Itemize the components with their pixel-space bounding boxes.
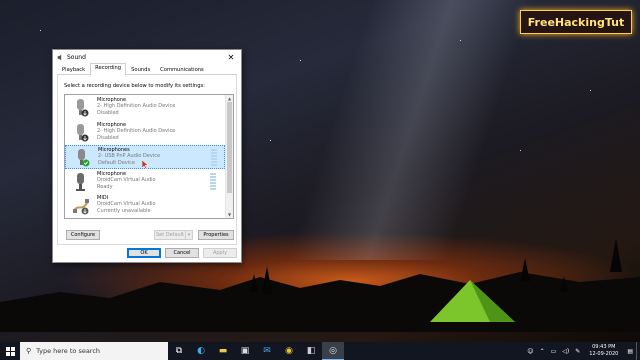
clock[interactable]: 09:43 PM 12-09-2020 [589, 344, 618, 358]
chrome-icon[interactable]: ◉ [278, 342, 300, 360]
list-scrollbar[interactable]: ▲ ▼ [225, 95, 233, 218]
tab-communications[interactable]: Communications [155, 65, 209, 74]
edge-icon[interactable]: ◐ [190, 342, 212, 360]
mouse-cursor-icon [142, 160, 149, 169]
level-meter [210, 173, 216, 191]
properties-button[interactable]: Properties [198, 230, 234, 240]
taskbar-search-box[interactable]: ⚲ Type here to search [20, 342, 168, 360]
dialog-title: Sound [67, 53, 86, 61]
device-status: Currently unavailable [97, 207, 151, 214]
file-explorer-icon[interactable]: ▬ [212, 342, 234, 360]
store-icon[interactable]: ▣ [234, 342, 256, 360]
mail-icon[interactable]: ✉ [256, 342, 278, 360]
show-desktop-button[interactable] [636, 342, 640, 360]
list-item[interactable]: Microphone DroidCam Virtual Audio Ready [65, 170, 225, 194]
star [300, 60, 301, 61]
star [460, 40, 461, 41]
list-item-selected[interactable]: Microphones 2- USB PnP Audio Device Defa… [65, 145, 225, 169]
tab-sounds[interactable]: Sounds [126, 65, 155, 74]
app-icon[interactable]: ◧ [300, 342, 322, 360]
device-status: Disabled [97, 109, 119, 116]
recording-panel: Select a recording device below to modif… [57, 75, 237, 245]
clock-date: 12-09-2020 [589, 351, 619, 357]
taskbar: ⚲ Type here to search ⧉ ◐ ▬ ▣ ✉ ◉ ◧ ◎ ☺ … [0, 342, 640, 360]
star [270, 140, 271, 141]
search-placeholder: Type here to search [36, 347, 101, 355]
close-icon[interactable]: ✕ [225, 53, 237, 62]
windows-logo-icon [5, 346, 15, 356]
microphone-icon [76, 173, 85, 191]
scroll-thumb[interactable] [227, 102, 232, 193]
start-button[interactable] [0, 342, 20, 360]
language-icon[interactable]: ✎ [575, 348, 580, 355]
device-description: 2- High Definition Audio Device [97, 128, 176, 135]
task-view-icon[interactable]: ⧉ [168, 342, 190, 360]
list-item[interactable]: Microphone 2- High Definition Audio Devi… [65, 96, 225, 120]
apply-button[interactable]: Apply [203, 248, 237, 258]
network-icon[interactable]: ▭ [551, 348, 557, 355]
list-item[interactable]: MIDI DroidCam Virtual Audio Currently un… [65, 194, 225, 218]
title-bar[interactable]: Sound ✕ [53, 50, 241, 64]
star [520, 150, 521, 151]
list-item[interactable]: Microphone 2- High Definition Audio Devi… [65, 121, 225, 145]
show-hidden-icons-icon[interactable]: ⌃ [540, 348, 545, 355]
star [40, 30, 41, 31]
tab-playback[interactable]: Playback [57, 65, 90, 74]
set-default-dropdown-icon[interactable]: ▾ [185, 230, 193, 240]
speaker-icon [57, 54, 62, 60]
configure-button[interactable]: Configure [66, 230, 100, 240]
microphone-disabled-icon [77, 124, 89, 142]
star [590, 90, 591, 91]
sound-dialog: Sound ✕ Playback Recording Sounds Commun… [52, 49, 242, 263]
clock-time: 09:43 PM [592, 344, 616, 350]
microphone-default-icon [78, 149, 90, 167]
device-status: Disabled [97, 134, 119, 141]
tab-recording[interactable]: Recording [90, 63, 127, 75]
scroll-down-icon[interactable]: ▼ [226, 211, 233, 218]
cancel-button[interactable]: Cancel [165, 248, 199, 258]
sound-settings-icon[interactable]: ◎ [322, 342, 344, 360]
device-description: 2- High Definition Audio Device [97, 103, 176, 110]
midi-cable-icon [73, 199, 89, 215]
ok-button[interactable]: OK [127, 248, 161, 258]
device-description: DroidCam Virtual Audio [97, 177, 156, 184]
milky-way [287, 0, 533, 260]
system-tray: ☺ ⌃ ▭ ◁) ✎ 09:43 PM 12-09-2020 ▤ [524, 342, 640, 360]
device-status: Ready [97, 183, 113, 190]
set-default-button[interactable]: Set Default [154, 230, 186, 240]
level-meter [211, 149, 217, 167]
volume-icon[interactable]: ◁) [562, 348, 569, 355]
search-icon: ⚲ [26, 347, 32, 355]
microphone-disabled-icon [77, 99, 89, 117]
scroll-up-icon[interactable]: ▲ [226, 95, 233, 102]
tab-strip: Playback Recording Sounds Communications [57, 63, 237, 75]
device-status: Default Device [98, 159, 135, 166]
notifications-icon[interactable]: ▤ [627, 348, 633, 355]
instruction-text: Select a recording device below to modif… [64, 83, 205, 89]
device-list[interactable]: Microphone 2- High Definition Audio Devi… [64, 94, 234, 219]
person-icon[interactable]: ☺ [527, 348, 533, 355]
watermark-logo: FreeHackingTut [520, 10, 632, 34]
device-description: 2- USB PnP Audio Device [98, 153, 161, 160]
device-description: DroidCam Virtual Audio [97, 201, 156, 208]
